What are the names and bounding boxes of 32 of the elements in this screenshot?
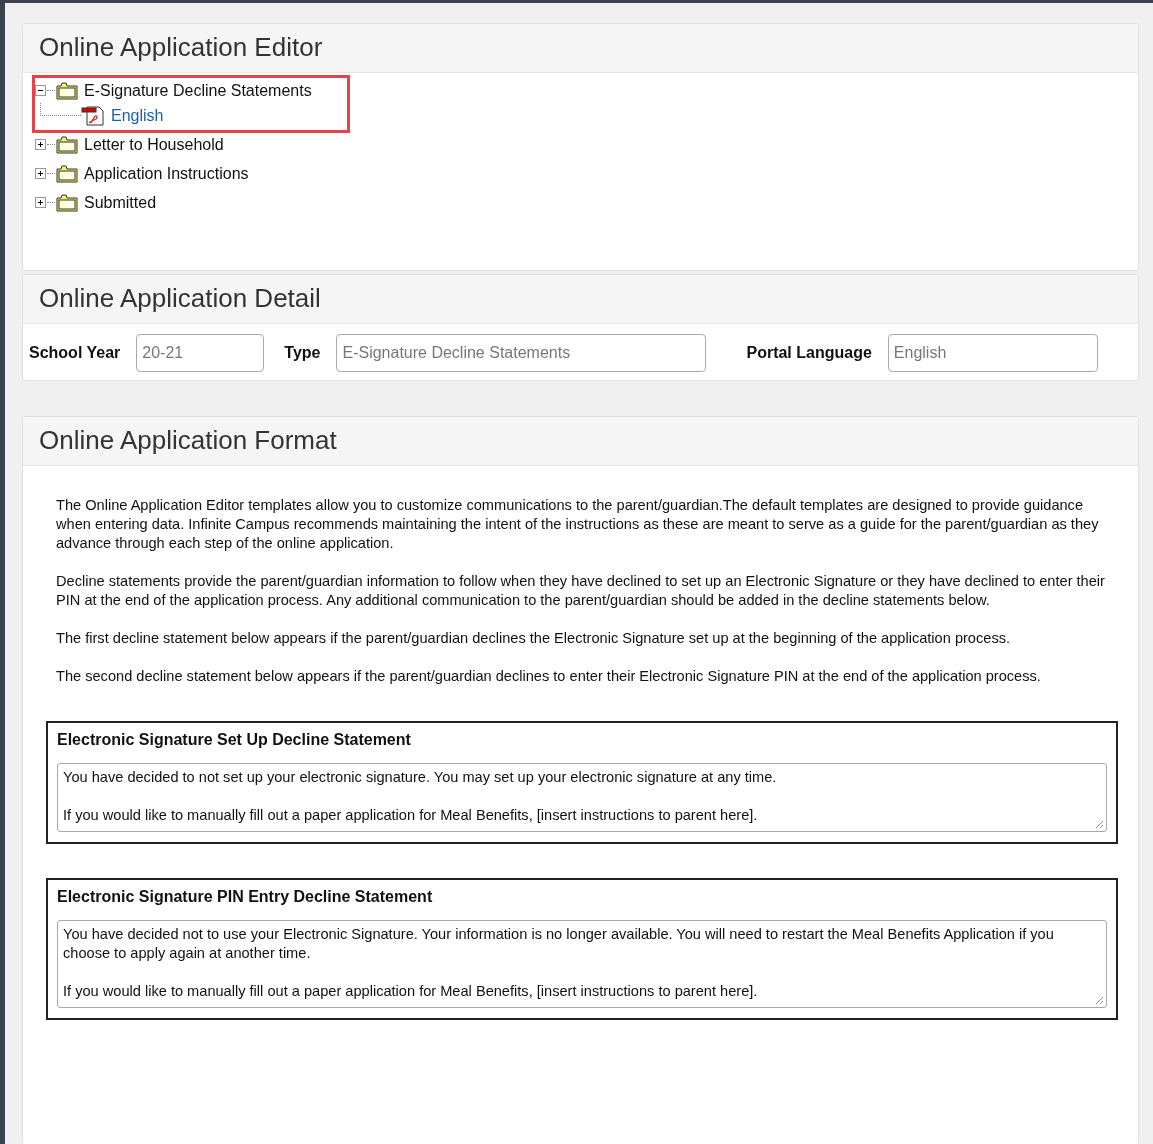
tree-item[interactable]: E-Signature Decline Statements [84,81,312,100]
field-label: Portal Language [746,344,872,362]
panel-title: Online Application Editor [23,24,1138,73]
paragraph: The Online Application Editor templates allow you to customize communications to the parent/guardian.The default templates are designed to provide guidance when entering data. Infinite Campus recommends maintaining the intent of the instructions as these are meant to serve as a guide for the parent/guardian as they advance through each step of the online application. [56,496,1100,553]
paragraph: The first decline statement below appears if the parent/guardian declines the Electronic Signature set up at the beginning of the application process. [56,629,1012,648]
text-area[interactable]: You have decided to not set up your electronic signature. You may set up your electronic signature at any time. If you would like to manually fill out a paper application for Meal Benefits, [insert instructions to parent here]. [57,763,1107,832]
text-field[interactable]: 20-21 [136,334,265,372]
panel-title: Online Application Detail [23,275,1138,324]
field-label: Type [284,344,321,362]
expander-icon[interactable] [35,139,46,150]
resize-grip-icon[interactable] [1094,995,1104,1005]
folder-icon [56,164,78,183]
folder-icon [56,135,78,154]
tree-link[interactable]: English [111,106,164,125]
resize-grip-icon[interactable] [1094,819,1104,829]
tree-item[interactable]: Application Instructions [84,164,249,183]
paragraph: The second decline statement below appears if the parent/guardian declines to enter their Electronic Signature PIN at the end of the application process. [56,667,1042,686]
text-area[interactable]: You have decided not to use your Electronic Signature. Your information is no longer available. You will need to restart the Meal Benefits Application if you choose to apply again at another time. If you would like to manually fill out a paper application for Meal Benefits, [insert instructions to parent here]. [57,920,1107,1008]
tree-item[interactable]: Submitted [84,193,157,212]
folder-icon [56,81,78,100]
field-label: School Year [29,344,121,362]
tree-item[interactable]: Letter to Household [84,135,224,154]
paragraph: Decline statements provide the parent/guardian information to follow when they have declined to set up an Electronic Signature or they have declined to enter their PIN at the end of the application process. Any additional communication to the parent/guardian should be added in the decline statements below. [56,572,1106,610]
statement-title: Electronic Signature PIN Entry Decline Statement [57,888,434,906]
text-field[interactable]: English [887,334,1098,372]
text-field[interactable]: E-Signature Decline Statements [336,334,707,372]
expander-icon[interactable] [35,85,46,96]
panel-title: Online Application Format [23,417,1138,466]
expander-icon[interactable] [35,168,46,179]
expander-icon[interactable] [35,197,46,208]
folder-icon [56,193,78,212]
statement-title: Electronic Signature Set Up Decline Statement [57,731,412,749]
